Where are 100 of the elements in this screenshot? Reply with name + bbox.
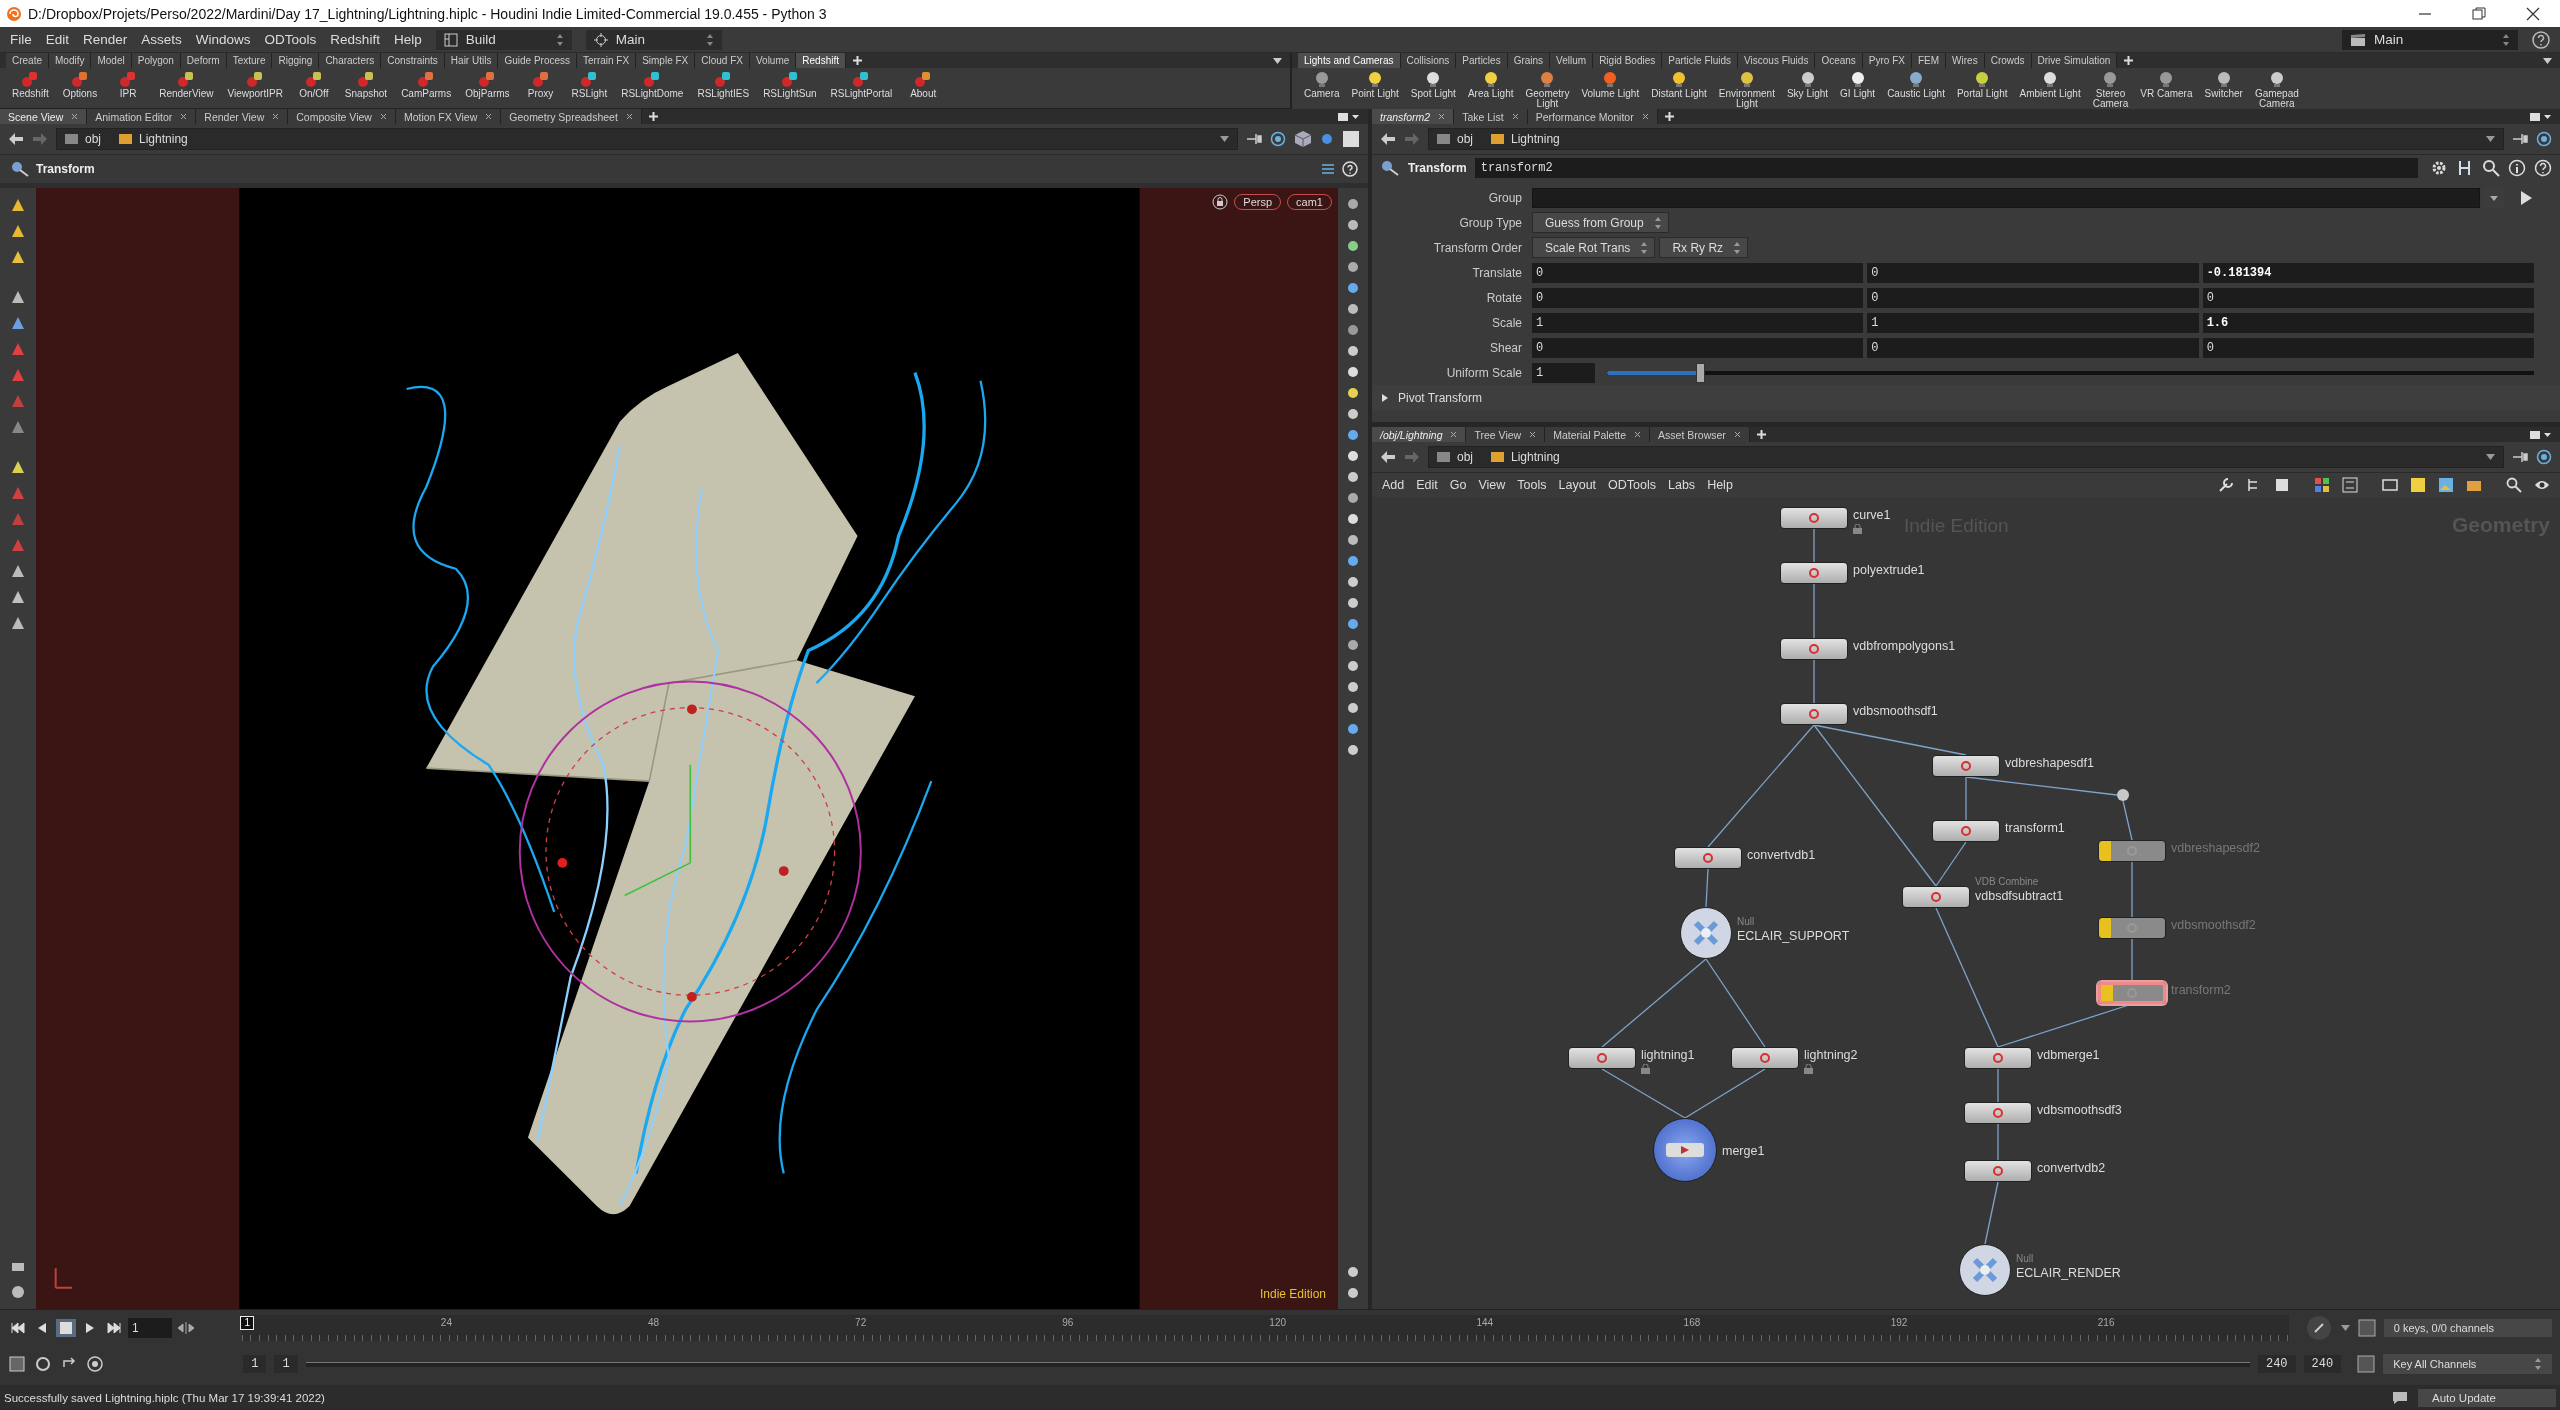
network-node[interactable] [1674,847,1742,869]
cube-icon[interactable] [1294,130,1312,148]
timeline-ruler[interactable]: 1 24 48 72 96 120 144 168 192 216 [242,1315,2289,1341]
value-field[interactable]: 0 [1532,337,1864,358]
shelf-tool[interactable]: GI Light [1836,70,1880,99]
add-icon[interactable] [2123,55,2135,66]
tool-icon[interactable] [1345,511,1361,527]
pane-tab[interactable]: /obj/Lightning [1372,427,1467,442]
tiles-icon[interactable] [2342,477,2358,493]
keys-icon[interactable] [2357,1355,2376,1373]
shelf-tool[interactable]: On/Off [292,70,335,99]
network-node[interactable] [2098,917,2166,939]
add-icon[interactable] [647,111,659,122]
tool-icon[interactable] [1345,1285,1361,1301]
shelf-tab[interactable]: Wires [1946,53,1985,68]
tool-icon[interactable] [1345,301,1361,317]
shelf-tab[interactable]: FEM [1912,53,1947,68]
value-field[interactable]: 0 [1867,287,2199,308]
menu-item[interactable]: ODTools [1608,478,1656,492]
shelf-tool[interactable]: RSLightPortal [826,70,897,99]
help-icon[interactable] [1342,161,1358,177]
network-node[interactable] [1932,755,2000,777]
link-icon[interactable] [2536,449,2552,465]
shelf-tab[interactable]: Characters [319,53,382,68]
network-node[interactable] [1568,1047,1636,1069]
pane-tab[interactable]: Tree View [1466,427,1546,442]
pane-menu-icon[interactable] [2530,111,2552,122]
pane-tab[interactable]: Animation Editor [87,109,197,124]
shelf-tool[interactable]: Portal Light [1952,70,2012,99]
shelf-tool[interactable]: Switcher [2200,70,2247,99]
shelf-tab[interactable]: Grains [1507,53,1551,68]
search-icon[interactable] [2482,159,2500,177]
pane-tab[interactable]: Asset Browser [1650,427,1750,442]
shelf-tool[interactable]: IPR [107,70,150,99]
frame-field[interactable]: 1 [128,1318,172,1338]
network-node[interactable] [2098,840,2166,862]
null-node[interactable] [1680,907,1732,959]
shelf-tab[interactable]: Oceans [1815,53,1863,68]
range-limit-field[interactable]: 240 [2303,1355,2342,1373]
tool-icon[interactable] [1345,532,1361,548]
tool-icon[interactable] [1345,637,1361,653]
image-icon[interactable] [2438,477,2454,493]
network-node[interactable] [1780,638,1848,660]
skip-end-icon[interactable] [104,1319,124,1337]
pane-tab[interactable]: transform2 [1372,109,1455,124]
value-field[interactable]: -0.181394 [2202,262,2534,283]
pane-tab[interactable]: Scene View [0,109,88,124]
pin-icon[interactable] [2512,132,2528,146]
value-field[interactable]: 0 [1867,337,2199,358]
keys-info-button[interactable]: 0 keys, 0/0 channels [2383,1319,2552,1337]
shelf-tab[interactable]: Texture [226,53,273,68]
pane-tab[interactable]: Performance Monitor [1527,109,1658,124]
menu-item[interactable]: Edit [1416,478,1438,492]
dropdown-arrow-icon[interactable] [1220,136,1229,142]
network-node[interactable] [1780,562,1848,584]
camera-menu[interactable]: cam1 [1287,194,1332,210]
shelf-tool[interactable]: Volume Light [1577,70,1644,99]
dropdown-arrow-icon[interactable] [2486,136,2495,142]
path-field[interactable]: obj Lightning [1428,446,2504,468]
path-field[interactable]: obj Lightning [56,128,1238,150]
shelf-tool[interactable]: Proxy [519,70,562,99]
shelf-tool[interactable]: Geometry Light [1521,70,1574,109]
menu-item[interactable]: Help [1707,478,1733,492]
add-icon[interactable] [852,55,863,66]
shelf-tab[interactable]: Drive Simulation [2031,53,2118,68]
skip-start-icon[interactable] [8,1319,28,1337]
shelf-tab[interactable]: Redshift [796,53,846,68]
shelf-tab[interactable]: Crowds [1984,53,2032,68]
network-node[interactable] [1964,1160,2032,1182]
tool-icon[interactable] [1345,322,1361,338]
shelf-tab[interactable]: Hair Utils [444,53,499,68]
shelf-tool[interactable]: RSLightSun [759,70,821,99]
network-node[interactable] [1902,886,1970,908]
maximize-icon[interactable] [2472,6,2486,21]
sphere-icon[interactable] [1320,132,1334,146]
shelf-tab[interactable]: Terrain FX [577,53,637,68]
search-icon[interactable] [2506,477,2522,493]
shelf-tool[interactable]: Redshift [8,70,53,99]
tool-icon[interactable] [1345,364,1361,380]
shelf-tool[interactable]: Gamepad Camera [2250,70,2303,109]
tool-icon[interactable] [1345,721,1361,737]
shelf-tool[interactable]: Options [58,70,102,99]
tool-icon[interactable] [1345,385,1361,401]
back-arrow-icon[interactable] [1380,132,1396,146]
menu-item[interactable]: Labs [1668,478,1696,492]
options-icon[interactable] [1320,161,1336,177]
pane-tab[interactable]: Motion FX View [395,109,502,124]
shelf-tab[interactable]: Collisions [1400,53,1457,68]
grid-icon[interactable] [2314,477,2330,493]
shelf-tool[interactable]: Point Light [1347,70,1403,99]
value-field[interactable]: 0 [2202,287,2534,308]
dropdown-arrow-icon[interactable] [1273,57,1282,64]
shelf-tab[interactable]: Deform [180,53,227,68]
pane-menu-icon[interactable] [2530,429,2552,440]
network-node[interactable] [1964,1047,2032,1069]
value-field[interactable]: 1 [1867,312,2199,333]
value-field[interactable]: 1 [1532,362,1595,383]
network-node[interactable] [1964,1102,2032,1124]
dropdown-arrow-icon[interactable] [2486,454,2495,460]
menu-item[interactable]: View [1478,478,1506,492]
